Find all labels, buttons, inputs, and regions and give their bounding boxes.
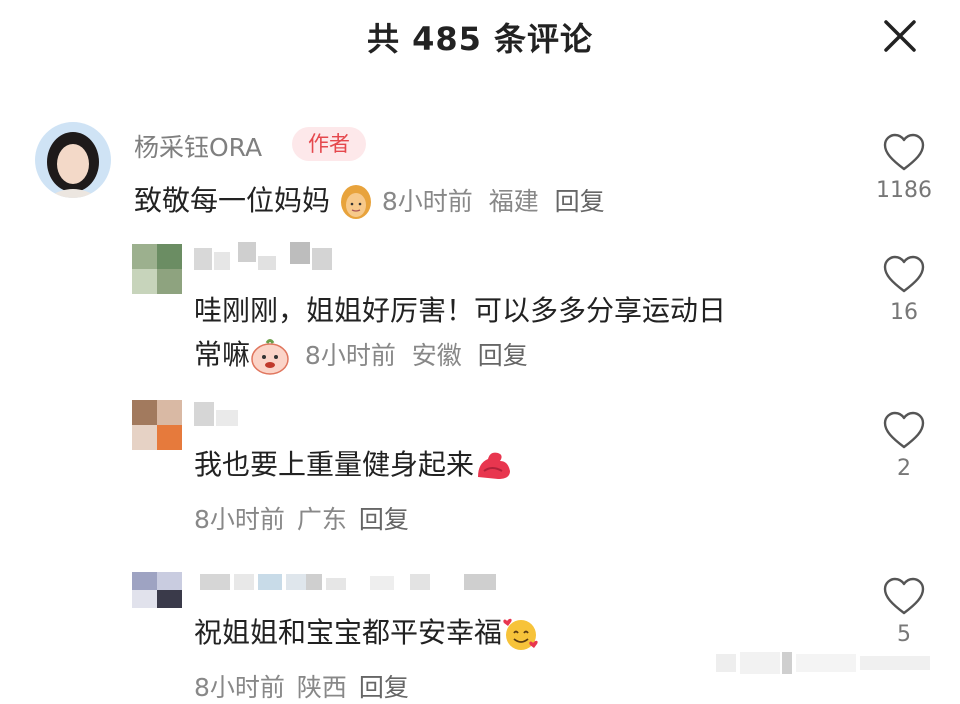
watermark-graphic: [716, 648, 936, 678]
heart-icon[interactable]: [882, 132, 926, 172]
blurred-username: [194, 400, 254, 430]
comment-location: 广东: [296, 505, 347, 534]
heart-icon[interactable]: [882, 576, 926, 616]
username[interactable]: 杨采钰ORA: [134, 128, 262, 164]
comment-text: 哇刚刚，姐姐好厉害！可以多多分享运动日: [194, 294, 727, 327]
pleading-character-emoji: [250, 337, 290, 375]
avatar[interactable]: [132, 572, 182, 608]
reply-button[interactable]: 回复: [359, 673, 409, 702]
reply-button[interactable]: 回复: [478, 341, 528, 370]
comment-text: 祝姐姐和宝宝都平安幸福: [194, 608, 540, 658]
avatar[interactable]: [132, 400, 182, 450]
comment-location: 陕西: [296, 673, 347, 702]
like-control: 16: [874, 254, 934, 325]
comment-meta: 8小时前 广东 回复: [194, 500, 421, 536]
comments-header: 共 485 条评论: [0, 0, 960, 72]
comment-time: 8小时前: [381, 187, 473, 216]
woman-emoji: [339, 184, 373, 220]
flexed-biceps-emoji: [474, 449, 514, 483]
reply-button[interactable]: 回复: [359, 505, 409, 534]
comment-text-content: 致敬每一位妈妈: [134, 184, 331, 217]
comment-text-content: 我也要上重量健身起来: [194, 448, 475, 481]
avatar[interactable]: [132, 244, 182, 294]
comment-time: 8小时前: [304, 341, 396, 370]
comment-location: 福建: [488, 187, 539, 216]
blurred-username: [194, 242, 344, 276]
like-count: 5: [897, 622, 911, 647]
like-control: 1186: [874, 132, 934, 203]
comment-time: 8小时前: [194, 673, 285, 702]
author-badge: 作者: [292, 127, 366, 161]
blurred-username: [200, 572, 500, 592]
comment-text: 我也要上重量健身起来: [194, 440, 514, 490]
comment-text-content: 祝姐姐和宝宝都平安幸福: [194, 616, 503, 649]
comment-count-title: 共 485 条评论: [366, 20, 594, 58]
close-icon[interactable]: [878, 14, 922, 58]
like-count: 16: [890, 300, 918, 325]
comment-time: 8小时前: [194, 505, 285, 534]
like-count: 2: [897, 456, 911, 481]
like-control: 5: [874, 576, 934, 647]
reply-button[interactable]: 回复: [555, 187, 605, 216]
heart-icon[interactable]: [882, 254, 926, 294]
comment-text: 致敬每一位妈妈 8小时前 福建 回复: [134, 176, 605, 227]
smiling-face-with-hearts-emoji: [502, 615, 540, 653]
like-control: 2: [874, 410, 934, 481]
comment-text-content: 常嘛: [194, 338, 251, 371]
comment-text-line2: 常嘛 8小时前 安徽 回复: [194, 330, 528, 381]
avatar[interactable]: [35, 122, 111, 198]
comment-location: 安徽: [411, 341, 462, 370]
like-count: 1186: [876, 178, 932, 203]
heart-icon[interactable]: [882, 410, 926, 450]
